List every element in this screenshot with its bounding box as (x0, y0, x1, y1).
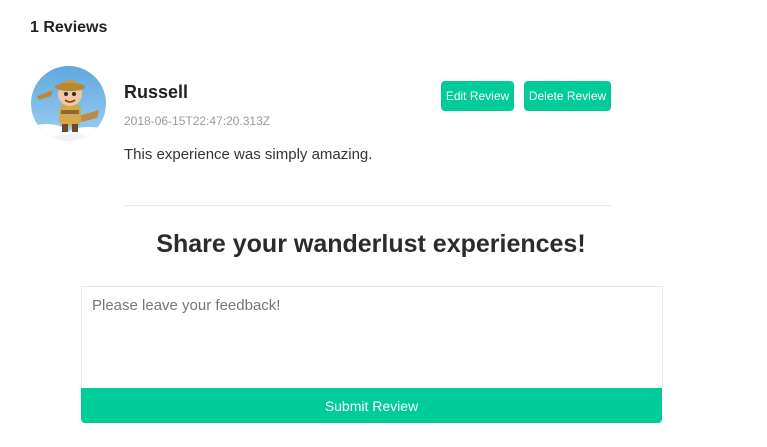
feedback-input[interactable] (81, 286, 663, 388)
avatar (31, 66, 106, 141)
edit-review-button[interactable]: Edit Review (441, 81, 514, 111)
share-heading: Share your wanderlust experiences! (156, 230, 586, 258)
review-text: This experience was simply amazing. (124, 146, 373, 163)
avatar-image (31, 66, 106, 141)
submit-review-button[interactable]: Submit Review (81, 388, 662, 423)
delete-review-button[interactable]: Delete Review (524, 81, 611, 111)
divider (124, 205, 611, 206)
review-timestamp: 2018-06-15T22:47:20.313Z (124, 114, 271, 128)
reviewer-name: Russell (124, 82, 189, 102)
reviews-count: 1 Reviews (30, 19, 108, 36)
